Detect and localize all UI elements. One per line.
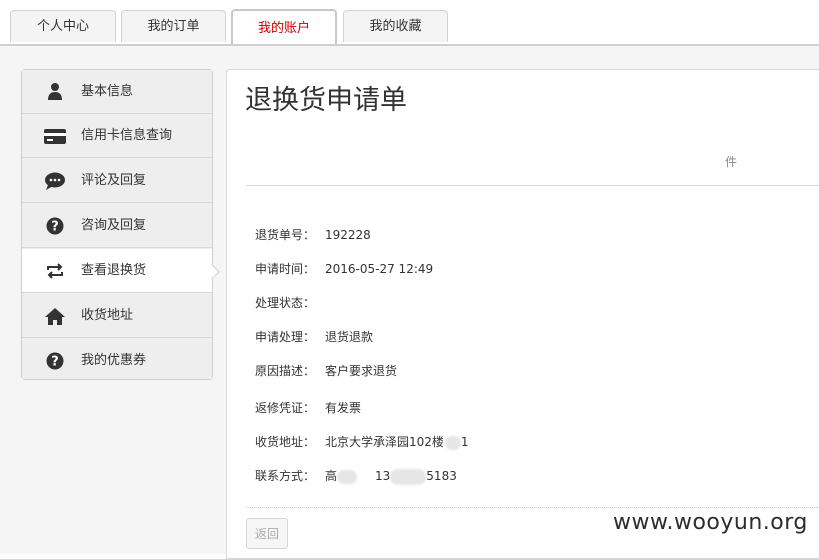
sidebar-item-basic-info[interactable]: 基本信息 <box>22 70 212 114</box>
back-button[interactable]: 返回 <box>246 518 288 549</box>
field-contact: 联系方式： 高 13 5183 <box>255 467 457 485</box>
svg-text:?: ? <box>51 220 59 235</box>
svg-text:?: ? <box>51 355 59 370</box>
divider <box>246 507 819 508</box>
question-icon: ? <box>44 216 66 236</box>
top-tab-bar: 个人中心 我的订单 我的账户 我的收藏 <box>0 0 819 46</box>
field-label: 原因描述： <box>255 364 316 378</box>
exchange-icon <box>44 261 66 281</box>
home-icon <box>44 306 66 326</box>
sidebar-item-inquiries[interactable]: ? 咨询及回复 <box>22 204 212 248</box>
redaction-blur <box>337 469 358 484</box>
field-value: 192228 <box>325 228 371 242</box>
contact-phone-suffix: 5183 <box>426 469 457 483</box>
sidebar-item-label: 基本信息 <box>81 84 134 99</box>
field-label: 申请时间： <box>255 262 316 276</box>
user-icon <box>44 82 66 102</box>
tab-my-account[interactable]: 我的账户 <box>231 9 337 44</box>
sidebar-item-credit-card[interactable]: 信用卡信息查询 <box>22 114 212 158</box>
divider <box>246 185 819 186</box>
field-address: 收货地址： 北京大学承泽园102楼 1 <box>255 433 469 451</box>
tab-my-favorites[interactable]: 我的收藏 <box>343 10 448 42</box>
page-title: 退换货申请单 <box>245 85 407 116</box>
field-value: 客户要求退货 <box>325 364 398 378</box>
field-value: 有发票 <box>325 401 362 415</box>
field-value: 2016-05-27 12:49 <box>325 262 434 276</box>
sidebar-item-addresses[interactable]: 收货地址 <box>22 294 212 338</box>
sidebar-item-label: 收货地址 <box>81 308 134 323</box>
sidebar-item-returns[interactable]: 查看退换货 <box>22 249 220 293</box>
tab-my-orders[interactable]: 我的订单 <box>121 10 226 42</box>
field-label: 联系方式： <box>255 469 316 483</box>
redaction-blur <box>444 435 461 450</box>
field-return-no: 退货单号： 192228 <box>255 226 371 244</box>
credit-card-icon <box>44 126 66 146</box>
field-apply-action: 申请处理： 退货退款 <box>255 328 373 346</box>
field-value-tail: 1 <box>460 435 469 449</box>
sidebar-item-comments[interactable]: 评论及回复 <box>22 159 212 203</box>
comment-icon <box>44 171 66 191</box>
main-panel <box>226 69 819 559</box>
contact-phone-prefix: 13 <box>375 469 391 483</box>
sidebar-item-coupons[interactable]: ? 我的优惠券 <box>22 339 212 379</box>
watermark: www.wooyun.org <box>613 510 808 535</box>
field-value: 退货退款 <box>325 330 374 344</box>
field-label: 退货单号： <box>255 228 316 242</box>
tab-personal-center[interactable]: 个人中心 <box>10 10 116 42</box>
field-value: 北京大学承泽园102楼 <box>325 435 444 449</box>
field-apply-time: 申请时间： 2016-05-27 12:49 <box>255 260 433 278</box>
sidebar-item-label: 信用卡信息查询 <box>81 128 173 143</box>
field-label: 处理状态： <box>255 296 316 310</box>
redaction-blur <box>390 468 427 485</box>
column-header-fragment: 件 <box>725 155 738 169</box>
field-voucher: 返修凭证： 有发票 <box>255 399 361 417</box>
sidebar-item-label: 评论及回复 <box>81 173 147 188</box>
field-label: 收货地址： <box>255 435 316 449</box>
account-sidebar: 基本信息 信用卡信息查询 评论及回复 ? 咨询及回复 查看退换货 收货地址 ? <box>21 69 220 380</box>
field-label: 申请处理： <box>255 330 316 344</box>
contact-name: 高 <box>325 469 338 483</box>
sidebar-item-label: 查看退换货 <box>81 263 147 278</box>
field-label: 返修凭证： <box>255 401 316 415</box>
field-reason: 原因描述： 客户要求退货 <box>255 362 397 380</box>
field-status: 处理状态： <box>255 294 325 312</box>
question-icon: ? <box>44 351 66 371</box>
sidebar-item-label: 我的优惠券 <box>81 353 147 368</box>
sidebar-item-label: 咨询及回复 <box>81 218 147 233</box>
